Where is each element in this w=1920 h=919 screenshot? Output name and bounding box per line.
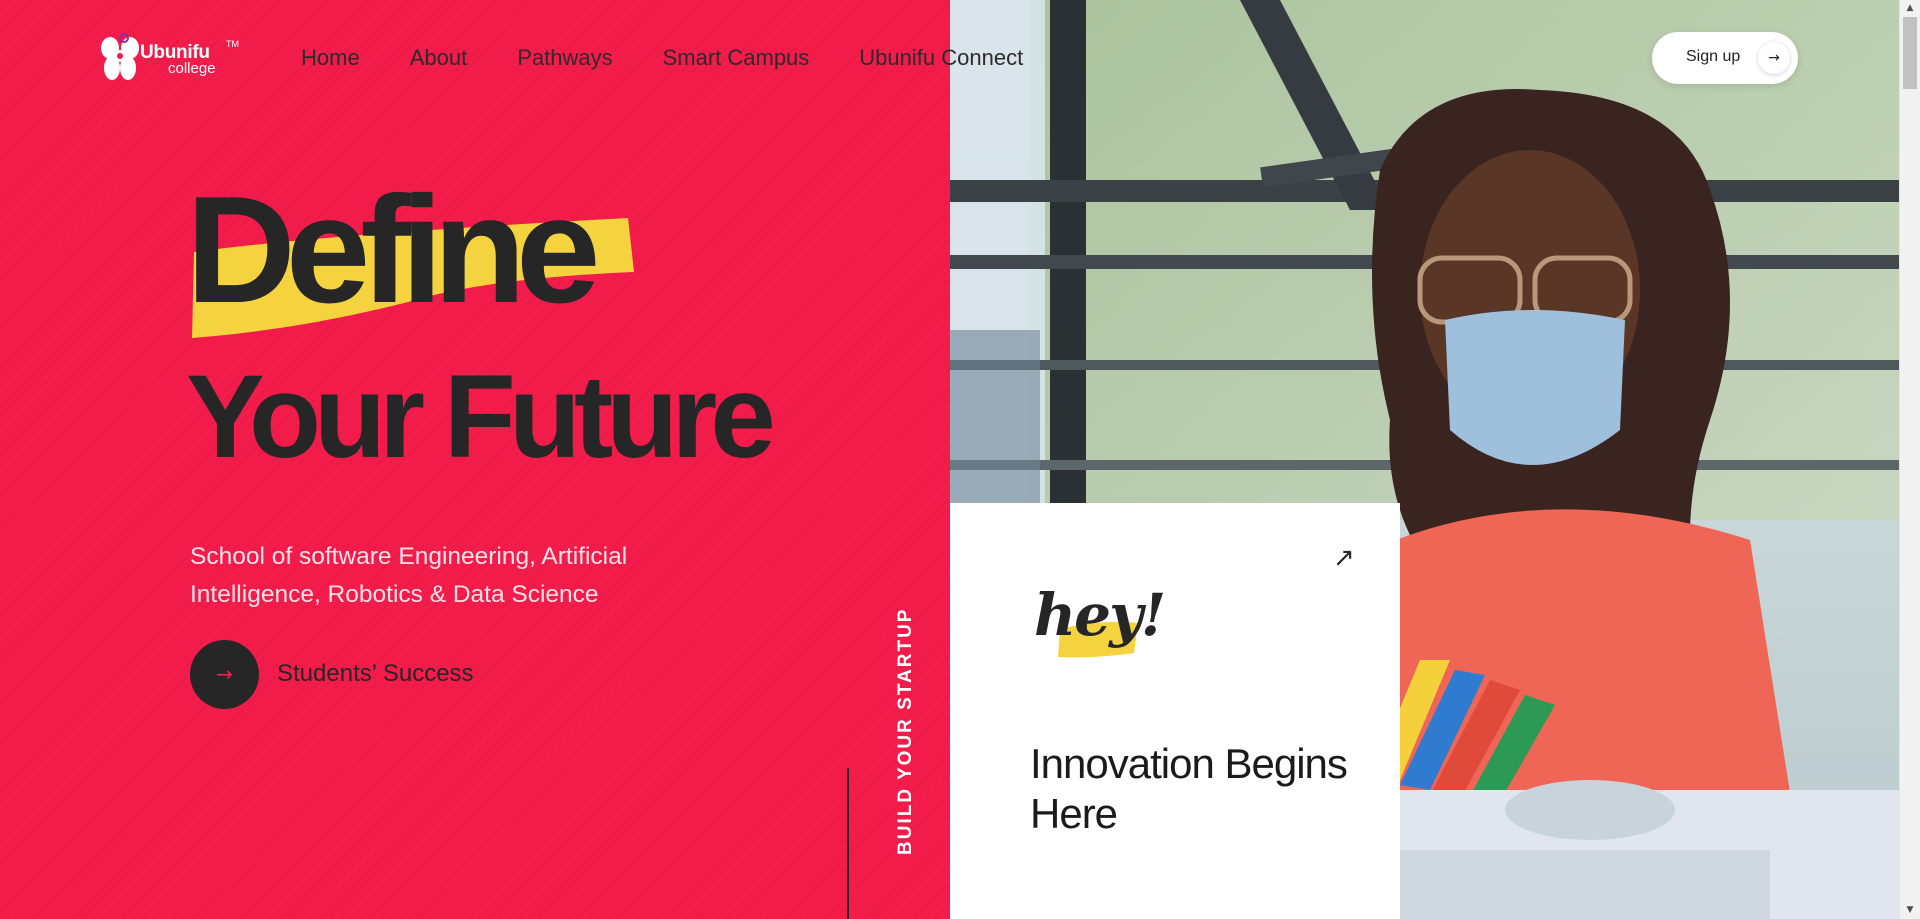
sign-up-button[interactable]: Sign up → [1652, 32, 1798, 84]
arrow-up-right-icon[interactable]: ↗ [1333, 543, 1355, 573]
headline-define: Define [186, 165, 601, 335]
build-your-startup-text: BUILD YOUR STARTUP [895, 607, 916, 855]
divider-line [847, 768, 849, 919]
scroll-down-icon[interactable]: ▼ [1900, 902, 1920, 919]
card-title: Innovation Begins Here [1030, 740, 1348, 837]
main-nav: Home About Pathways Smart Campus Ubunifu… [301, 44, 1023, 74]
nav-home[interactable]: Home [301, 44, 360, 74]
brand-tm: TM [226, 39, 239, 49]
arrow-right-icon: → [216, 662, 233, 686]
sign-up-label: Sign up [1686, 48, 1741, 65]
headline-your-future: Your Future [186, 351, 776, 483]
vertical-tagline: BUILD YOUR STARTUP [895, 605, 916, 855]
logo[interactable]: Ubunifu TM college [98, 32, 248, 84]
scroll-thumb[interactable] [1903, 17, 1917, 89]
scroll-up-icon[interactable]: ▲ [1900, 0, 1920, 17]
nav-pathways[interactable]: Pathways [517, 44, 612, 74]
scrollbar[interactable]: ▲ ▼ [1899, 0, 1920, 919]
brand-sub: college [168, 60, 216, 77]
students-success-button[interactable]: → [190, 640, 259, 709]
hero-subtitle: School of software Engineering, Artifici… [190, 543, 628, 608]
arrow-right-icon: → [1758, 42, 1790, 74]
nav-smart-campus[interactable]: Smart Campus [663, 44, 810, 74]
flower-icon [101, 33, 139, 80]
students-success-link[interactable]: Students’ Success [277, 660, 474, 688]
hey-lettering: hey! [1034, 581, 1166, 649]
innovation-card: ↗ hey! Innovation Begins Here [950, 503, 1400, 919]
nav-about[interactable]: About [410, 44, 468, 74]
nav-ubunifu-connect[interactable]: Ubunifu Connect [859, 44, 1023, 74]
